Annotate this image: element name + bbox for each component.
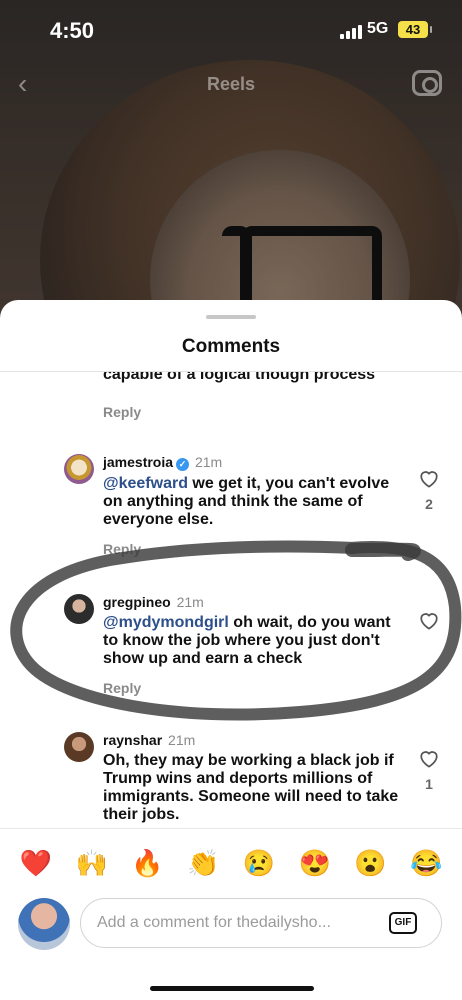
like-count: 1 (425, 776, 433, 792)
comment-username[interactable]: jamestroia (103, 454, 173, 470)
comment-meta: jamestroia ✓ 21m (103, 454, 403, 471)
like-count: 2 (425, 496, 433, 512)
emoji-heart-eyes[interactable]: 😍 (295, 848, 335, 879)
like-control[interactable]: 2 (418, 468, 440, 512)
comment-meta: raynshar 21m (103, 732, 403, 748)
heart-icon[interactable] (418, 468, 440, 488)
home-indicator[interactable] (150, 986, 314, 991)
signal-icon (340, 25, 362, 39)
comments-sheet: Comments capable of a logical though pro… (0, 300, 462, 1000)
reply-button[interactable]: Reply (103, 404, 423, 420)
emoji-fire[interactable]: 🔥 (127, 848, 167, 879)
emoji-crying-face[interactable]: 😢 (239, 848, 279, 879)
comment-time: 21m (168, 732, 196, 748)
battery-icon: 43 (398, 21, 432, 38)
partial-comment-text: capable of a logical though process (103, 372, 376, 383)
comment-time: 21m (176, 594, 204, 610)
status-time: 4:50 (50, 18, 95, 43)
verified-badge-icon: ✓ (176, 458, 190, 471)
comment-body: jamestroia ✓ 21m @keefward we get it, you… (103, 454, 403, 557)
like-control[interactable]: 1 (418, 748, 440, 792)
comment-text: Oh, they may be working a black job if T… (103, 752, 399, 823)
emoji-clapping-hands[interactable]: 👏 (183, 848, 223, 879)
sheet-drag-handle[interactable] (206, 315, 256, 319)
comment-text: @mydymondgirl oh wait, do you want to kn… (103, 614, 391, 667)
emoji-reaction-bar: ❤️ 🙌 🔥 👏 😢 😍 😮 😂 (0, 828, 462, 898)
reply-button[interactable]: Reply (103, 541, 403, 557)
comment-body: raynshar 21m Oh, they may be working a b… (103, 732, 403, 824)
emoji-raised-hands[interactable]: 🙌 (72, 848, 112, 879)
comment-list[interactable]: capable of a logical though process Repl… (0, 372, 462, 828)
comment-time: 21m (194, 454, 223, 470)
heart-icon[interactable] (418, 748, 440, 768)
partial-comment: capable of a logical though process Repl… (103, 372, 423, 420)
comment-body: gregpineo 21m @mydymondgirl oh wait, do … (103, 594, 403, 696)
comment-meta: gregpineo 21m (103, 594, 403, 610)
emoji-surprised-face[interactable]: 😮 (350, 848, 390, 879)
camera-icon[interactable] (412, 70, 442, 96)
like-control[interactable] (418, 610, 440, 630)
comment-text: @keefward we get it, you can't evolve on… (103, 475, 390, 528)
reel-title: Reels (206, 74, 256, 94)
reply-button[interactable]: Reply (103, 680, 403, 696)
gif-button[interactable]: GIF (389, 912, 417, 934)
avatar[interactable] (64, 732, 94, 762)
status-bar: 4:50 5G 43 (0, 0, 462, 60)
comment-username[interactable]: raynshar (103, 732, 162, 748)
comment-input[interactable] (80, 898, 442, 948)
mention-link[interactable]: @mydymondgirl (103, 614, 229, 631)
emoji-tears-of-joy[interactable]: 😂 (406, 848, 446, 879)
avatar[interactable] (18, 898, 70, 950)
emoji-red-heart[interactable]: ❤️ (16, 848, 56, 879)
comment-composer: GIF (0, 898, 462, 958)
comment-username[interactable]: gregpineo (103, 594, 171, 610)
mention-link[interactable]: @keefward (103, 475, 188, 492)
network-type: 5G (367, 20, 389, 37)
avatar[interactable] (64, 594, 94, 624)
reel-header: ‹ Reels (0, 64, 462, 104)
avatar[interactable] (64, 454, 94, 484)
heart-icon[interactable] (418, 610, 440, 630)
sheet-title: Comments (181, 336, 281, 357)
